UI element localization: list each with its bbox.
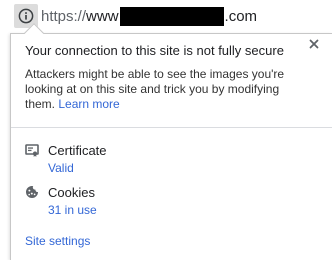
close-icon[interactable]	[306, 36, 322, 52]
browser-window: https:// www .com Your connection to thi…	[0, 0, 332, 260]
address-bar: https:// www .com	[0, 0, 332, 33]
url-host-prefix: www	[86, 7, 119, 25]
certificate-icon	[25, 143, 39, 157]
url-host-suffix: .com	[224, 7, 258, 25]
site-info-popup: Your connection to this site is not full…	[10, 23, 332, 260]
url-field[interactable]: https:// www .com	[41, 5, 257, 27]
learn-more-link[interactable]: Learn more	[58, 97, 119, 111]
cookies-label: Cookies	[48, 185, 95, 200]
popup-title: Your connection to this site is not full…	[25, 43, 284, 58]
site-settings-link[interactable]: Site settings	[25, 234, 90, 249]
cookies-in-use-link[interactable]: 31 in use	[48, 203, 97, 218]
certificate-label: Certificate	[48, 143, 107, 158]
url-scheme: https://	[41, 7, 87, 25]
divider	[11, 127, 332, 128]
cookie-icon	[25, 185, 39, 199]
popup-description: Attackers might be able to see the image…	[25, 67, 303, 112]
certificate-valid-link[interactable]: Valid	[48, 161, 74, 176]
redacted-domain	[119, 6, 224, 26]
